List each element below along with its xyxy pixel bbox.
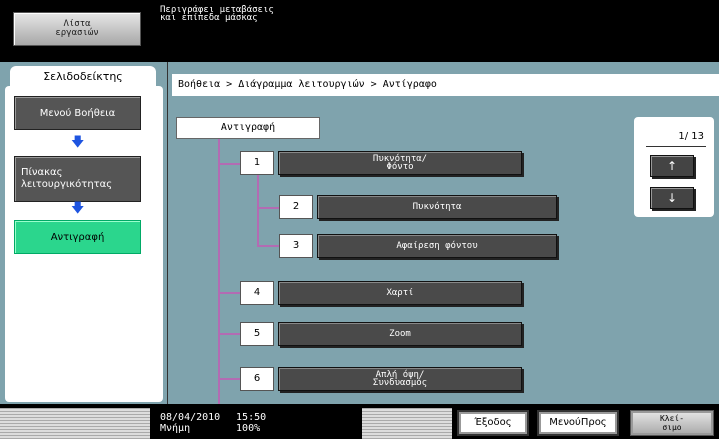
- bookmark-list: Μενού Βοήθεια 🡇 Πίνακας λειτουργικότητας…: [5, 86, 163, 402]
- function-table-label-line2: λειτουργικότητας: [21, 179, 113, 190]
- item-background-removal-button[interactable]: Αφαίρεση φόντου: [317, 234, 557, 258]
- status-bar: 08/04/2010 15:50 Μνήμη 100% Έξοδος Μενού…: [0, 404, 719, 439]
- exit-button[interactable]: Έξοδος: [457, 410, 529, 436]
- memory-label: Μνήμη: [160, 423, 191, 434]
- menu-previous-button[interactable]: ΜενούΠρος: [537, 410, 619, 436]
- arrow-down-icon: 🡇: [71, 201, 85, 216]
- item-number: 5: [240, 322, 274, 346]
- diagram-root-label: Αντιγραφή: [176, 117, 320, 139]
- item-zoom-button[interactable]: Zoom: [278, 322, 522, 346]
- status-bar-blank: [362, 408, 452, 439]
- item-paper-button[interactable]: Χαρτί: [278, 281, 522, 305]
- job-list-label-line2: εργασιών: [55, 28, 99, 38]
- item-density-background-button[interactable]: Πυκνότητα/ Φόντο: [278, 151, 522, 175]
- memory-value: 100%: [236, 423, 261, 434]
- job-list-button[interactable]: Λίστα εργασιών: [13, 12, 141, 46]
- time-text: 15:50: [236, 412, 267, 423]
- item-number: 6: [240, 367, 274, 391]
- arrow-up-icon: ↑: [666, 159, 678, 173]
- tree-sub-trunk-line: [257, 175, 259, 247]
- status-bar-blank: [0, 408, 150, 439]
- item-density-button[interactable]: Πυκνότητα: [317, 195, 557, 219]
- arrow-down-icon: ↓: [666, 191, 678, 205]
- close-label-line2: σιμο: [662, 423, 682, 432]
- item-number: 3: [279, 234, 313, 258]
- bookmark-copy-button[interactable]: Αντιγραφή: [14, 220, 141, 254]
- bookmark-function-table-button[interactable]: Πίνακας λειτουργικότητας: [14, 156, 141, 202]
- tree-branch-line: [218, 292, 240, 294]
- bookmark-tab[interactable]: Σελιδοδείκτης: [10, 66, 156, 88]
- function-table-label-line1: Πίνακας: [21, 167, 63, 178]
- date-text: 08/04/2010: [160, 412, 221, 423]
- item-number: 1: [240, 151, 274, 175]
- item-number: 4: [240, 281, 274, 305]
- tree-branch-line: [257, 245, 279, 247]
- page-up-button[interactable]: ↑: [650, 155, 694, 177]
- bookmark-help-menu-button[interactable]: Μενού Βοήθεια: [14, 96, 141, 130]
- item-number: 2: [279, 195, 313, 219]
- tree-trunk-line: [218, 139, 220, 404]
- close-label-line1: Κλεί-: [659, 414, 685, 423]
- breadcrumb: Βοήθεια > Διάγραμμα λειτουργιών > Αντίγρ…: [172, 74, 719, 96]
- function-diagram-panel: Βοήθεια > Διάγραμμα λειτουργιών > Αντίγρ…: [168, 62, 719, 404]
- item-label-line2: Φόντο: [386, 162, 414, 172]
- tree-branch-line: [218, 333, 240, 335]
- item-simplex-duplex-combine-button[interactable]: Απλή όψη/ Συνδυασμός: [278, 367, 522, 391]
- bookmark-panel: Σελιδοδείκτης Μενού Βοήθεια 🡇 Πίνακας λε…: [0, 62, 168, 404]
- tree-branch-line: [218, 163, 240, 165]
- page-indicator: 1/ 13: [646, 127, 706, 147]
- item-label-line2: Συνδυασμός: [372, 378, 428, 388]
- page-down-button[interactable]: ↓: [650, 187, 694, 209]
- header-message: Περιγράφει μεταβάσεις και επίπεδα μάσκας: [160, 6, 274, 23]
- date-time-display: 08/04/2010 15:50 Μνήμη 100%: [160, 412, 266, 434]
- tree-branch-line: [257, 207, 279, 209]
- arrow-down-icon: 🡇: [71, 135, 85, 150]
- header-bar: Λίστα εργασιών Περιγράφει μεταβάσεις και…: [0, 0, 719, 62]
- page-navigator: 1/ 13 ↑ ↓: [634, 117, 714, 217]
- header-message-line2: και επίπεδα μάσκας: [160, 13, 258, 23]
- tree-branch-line: [218, 378, 240, 380]
- close-button[interactable]: Κλεί- σιμο: [630, 410, 714, 436]
